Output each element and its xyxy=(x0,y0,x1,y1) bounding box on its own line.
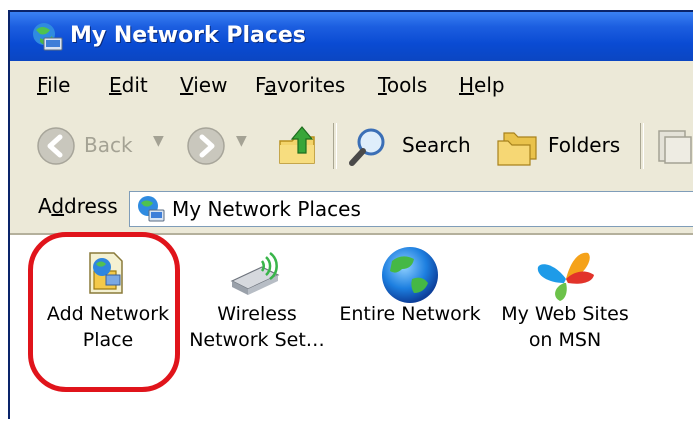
search-magnifier-icon[interactable] xyxy=(347,125,391,169)
menu-bar: File Edit View Favorites Tools Help xyxy=(10,61,693,110)
network-places-icon xyxy=(138,196,165,222)
menu-edit[interactable]: Edit xyxy=(109,73,148,97)
window-title: My Network Places xyxy=(70,23,306,48)
folders-button[interactable]: Folders xyxy=(548,133,620,157)
toolbar-separator xyxy=(333,123,337,169)
wireless-adapter-icon xyxy=(230,251,280,295)
up-folder-icon[interactable] xyxy=(276,123,318,167)
item-label: My Web Sites on MSN xyxy=(501,303,629,351)
menu-file[interactable]: File xyxy=(37,73,70,97)
item-wireless-network-setup[interactable]: Wireless Network Set… xyxy=(184,235,330,385)
views-icon[interactable] xyxy=(655,125,693,167)
address-value: My Network Places xyxy=(172,197,361,221)
globe-icon xyxy=(382,247,438,303)
item-my-web-sites-on-msn[interactable]: My Web Sites on MSN xyxy=(490,235,640,385)
search-button[interactable]: Search xyxy=(402,133,471,157)
back-button[interactable]: Back xyxy=(84,133,133,157)
msn-butterfly-icon xyxy=(537,252,594,301)
menu-tools[interactable]: Tools xyxy=(378,73,427,97)
toolbar-separator xyxy=(640,123,644,169)
title-bar[interactable]: My Network Places xyxy=(10,12,693,61)
address-bar: Address My Network Places xyxy=(10,185,693,235)
toolbar: Back ▼ ▼ Search Folders xyxy=(10,109,693,186)
network-places-icon xyxy=(33,23,63,51)
menu-help[interactable]: Help xyxy=(459,73,505,97)
back-arrow-icon[interactable] xyxy=(36,126,76,166)
folders-icon[interactable] xyxy=(494,125,540,167)
highlight-circle xyxy=(28,232,180,392)
forward-dropdown-icon[interactable]: ▼ xyxy=(236,133,247,149)
address-label: Address xyxy=(38,194,118,218)
address-input[interactable]: My Network Places xyxy=(129,191,693,227)
item-label: Entire Network xyxy=(339,303,481,325)
back-dropdown-icon[interactable]: ▼ xyxy=(153,133,164,149)
menu-view[interactable]: View xyxy=(180,73,227,97)
forward-arrow-icon[interactable] xyxy=(186,126,226,166)
item-entire-network[interactable]: Entire Network xyxy=(332,235,488,385)
menu-favorites[interactable]: Favorites xyxy=(255,73,345,97)
item-label: Wireless Network Set… xyxy=(189,303,325,351)
